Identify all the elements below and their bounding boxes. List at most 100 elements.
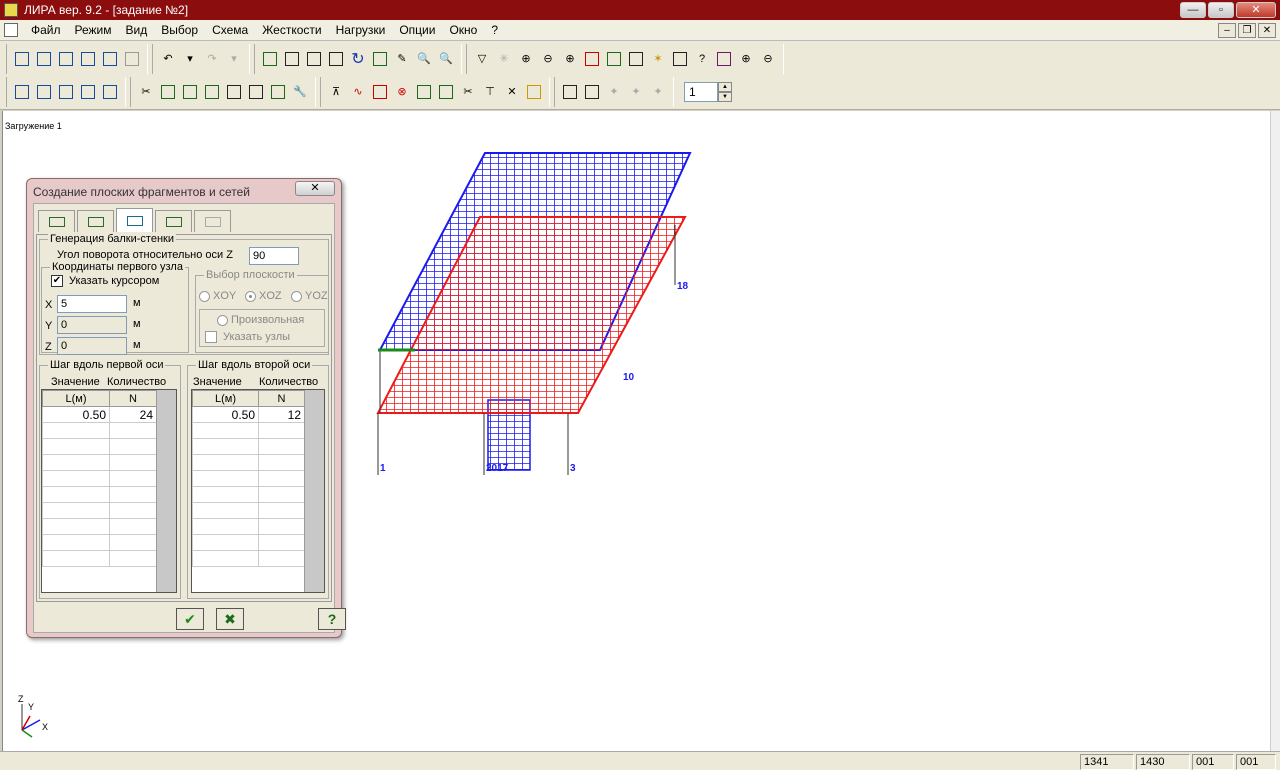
plane-xoz-radio[interactable]	[245, 291, 256, 302]
tee-icon[interactable]: ⊤	[480, 82, 500, 102]
load-case-input[interactable]: 1	[684, 81, 718, 102]
dialog-close-button[interactable]: ✕	[295, 181, 335, 196]
copy-icon[interactable]	[224, 82, 244, 102]
print-icon[interactable]	[122, 49, 142, 69]
book-icon[interactable]	[714, 49, 734, 69]
zoom-fit-icon[interactable]: 🔍	[436, 49, 456, 69]
step2-table[interactable]: L(м) N 0.50 12	[191, 389, 325, 593]
rotate-icon[interactable]: ↻	[348, 49, 368, 69]
new-icon[interactable]	[12, 49, 32, 69]
search-plus-icon[interactable]: ⊕	[736, 49, 756, 69]
node-icon[interactable]	[202, 82, 222, 102]
structure-model[interactable]: 1 3 10 18 2017	[370, 145, 700, 485]
load-wave-icon[interactable]: ∿	[348, 82, 368, 102]
tab-wall-beam[interactable]	[116, 208, 153, 232]
step1-cell-l[interactable]: 0.50	[42, 406, 110, 423]
menu-stiffness[interactable]: Жесткости	[255, 20, 328, 41]
paste-icon[interactable]	[246, 82, 266, 102]
cancel-button[interactable]: ✖	[216, 608, 244, 630]
tab-frame[interactable]	[38, 210, 75, 232]
close-button[interactable]: ✕	[1236, 2, 1276, 18]
menu-view[interactable]: Вид	[119, 20, 155, 41]
cursor-checkbox[interactable]: ✔	[51, 275, 63, 287]
scissors-icon[interactable]: ✂	[458, 82, 478, 102]
zoom-icon[interactable]: 🔍	[414, 49, 434, 69]
cylinder-icon[interactable]	[78, 82, 98, 102]
wrench-icon[interactable]: 🔧	[290, 82, 310, 102]
step2-cell-n[interactable]: 12	[258, 406, 305, 423]
help-cursor-icon[interactable]: ?	[692, 49, 712, 69]
menu-help[interactable]: ?	[484, 20, 505, 41]
projection-yz-icon[interactable]	[326, 49, 346, 69]
axes-icon[interactable]	[260, 49, 280, 69]
frame-icon[interactable]	[12, 82, 32, 102]
pen-icon[interactable]: ✎	[392, 49, 412, 69]
load-node-icon[interactable]	[370, 82, 390, 102]
redo-icon[interactable]: ↷	[202, 49, 222, 69]
grid-red-icon[interactable]	[582, 49, 602, 69]
zoom-in-icon[interactable]: ⊕	[516, 49, 536, 69]
cut-icon[interactable]: ✂	[136, 82, 156, 102]
step1-scrollbar[interactable]	[156, 390, 176, 592]
menu-scheme[interactable]: Схема	[205, 20, 255, 41]
marker-icon[interactable]	[604, 49, 624, 69]
stack-icon[interactable]	[582, 82, 602, 102]
help-button[interactable]: ?	[318, 608, 346, 630]
minimize-button[interactable]: —	[1180, 2, 1206, 18]
step1-cell-n[interactable]: 24	[109, 406, 157, 423]
shell-icon[interactable]	[100, 82, 120, 102]
specify-nodes-checkbox[interactable]	[205, 331, 217, 343]
projection-xz-icon[interactable]	[282, 49, 302, 69]
step2-scrollbar[interactable]	[304, 390, 324, 592]
group-icon[interactable]	[560, 82, 580, 102]
filter-off-icon[interactable]: ✳	[494, 49, 514, 69]
zoom-window-icon[interactable]: ⊕	[560, 49, 580, 69]
tab-shell[interactable]	[194, 210, 231, 232]
node-move-icon[interactable]	[180, 82, 200, 102]
menu-window[interactable]: Окно	[442, 20, 484, 41]
open-icon[interactable]	[34, 49, 54, 69]
undo-dropdown-icon[interactable]: ▾	[180, 49, 200, 69]
menu-options[interactable]: Опции	[392, 20, 442, 41]
menu-select[interactable]: Выбор	[154, 20, 205, 41]
filter-icon[interactable]: ▽	[472, 49, 492, 69]
support-icon[interactable]: ⊼	[326, 82, 346, 102]
layers-icon[interactable]	[670, 49, 690, 69]
star-icon[interactable]: ✶	[648, 49, 668, 69]
step2-cell-l[interactable]: 0.50	[192, 406, 259, 423]
tab-plate[interactable]	[155, 210, 192, 232]
mdi-close-button[interactable]: ✕	[1258, 23, 1276, 38]
mdi-minimize-button[interactable]: –	[1218, 23, 1236, 38]
search-minus-icon[interactable]: ⊖	[758, 49, 778, 69]
menu-loads[interactable]: Нагрузки	[329, 20, 393, 41]
cross-icon[interactable]: ✕	[502, 82, 522, 102]
spin-down-icon[interactable]: ▼	[718, 91, 732, 102]
step1-table[interactable]: L(м) N 0.50 24	[41, 389, 177, 593]
angle-input[interactable]: 90	[249, 247, 299, 265]
plane-yoz-radio[interactable]	[291, 291, 302, 302]
tool-icon[interactable]	[626, 49, 646, 69]
pencil-icon[interactable]	[370, 49, 390, 69]
y-input[interactable]: 0	[57, 316, 127, 334]
apply-button[interactable]: ✔	[176, 608, 204, 630]
spin-up-icon[interactable]: ▲	[718, 81, 732, 92]
redo-dropdown-icon[interactable]: ▾	[224, 49, 244, 69]
tab-beam[interactable]	[77, 210, 114, 232]
target-icon[interactable]: ⊗	[392, 82, 412, 102]
element-icon[interactable]	[414, 82, 434, 102]
table-icon[interactable]	[78, 49, 98, 69]
arbitrary-radio[interactable]	[217, 315, 228, 326]
mesh-icon[interactable]	[56, 82, 76, 102]
save-icon[interactable]	[56, 49, 76, 69]
vertical-scrollbar[interactable]	[1270, 111, 1280, 751]
zoom-out-icon[interactable]: ⊖	[538, 49, 558, 69]
z-input[interactable]: 0	[57, 337, 127, 355]
projection-xy-icon[interactable]	[304, 49, 324, 69]
load-case-spinner[interactable]: 1 ▲ ▼	[684, 81, 732, 102]
doc-green-icon[interactable]	[268, 82, 288, 102]
document-icon[interactable]	[4, 23, 18, 37]
hand-icon[interactable]	[436, 82, 456, 102]
delete-icon[interactable]	[524, 82, 544, 102]
edit-icon[interactable]	[100, 49, 120, 69]
x-input[interactable]: 5	[57, 295, 127, 313]
